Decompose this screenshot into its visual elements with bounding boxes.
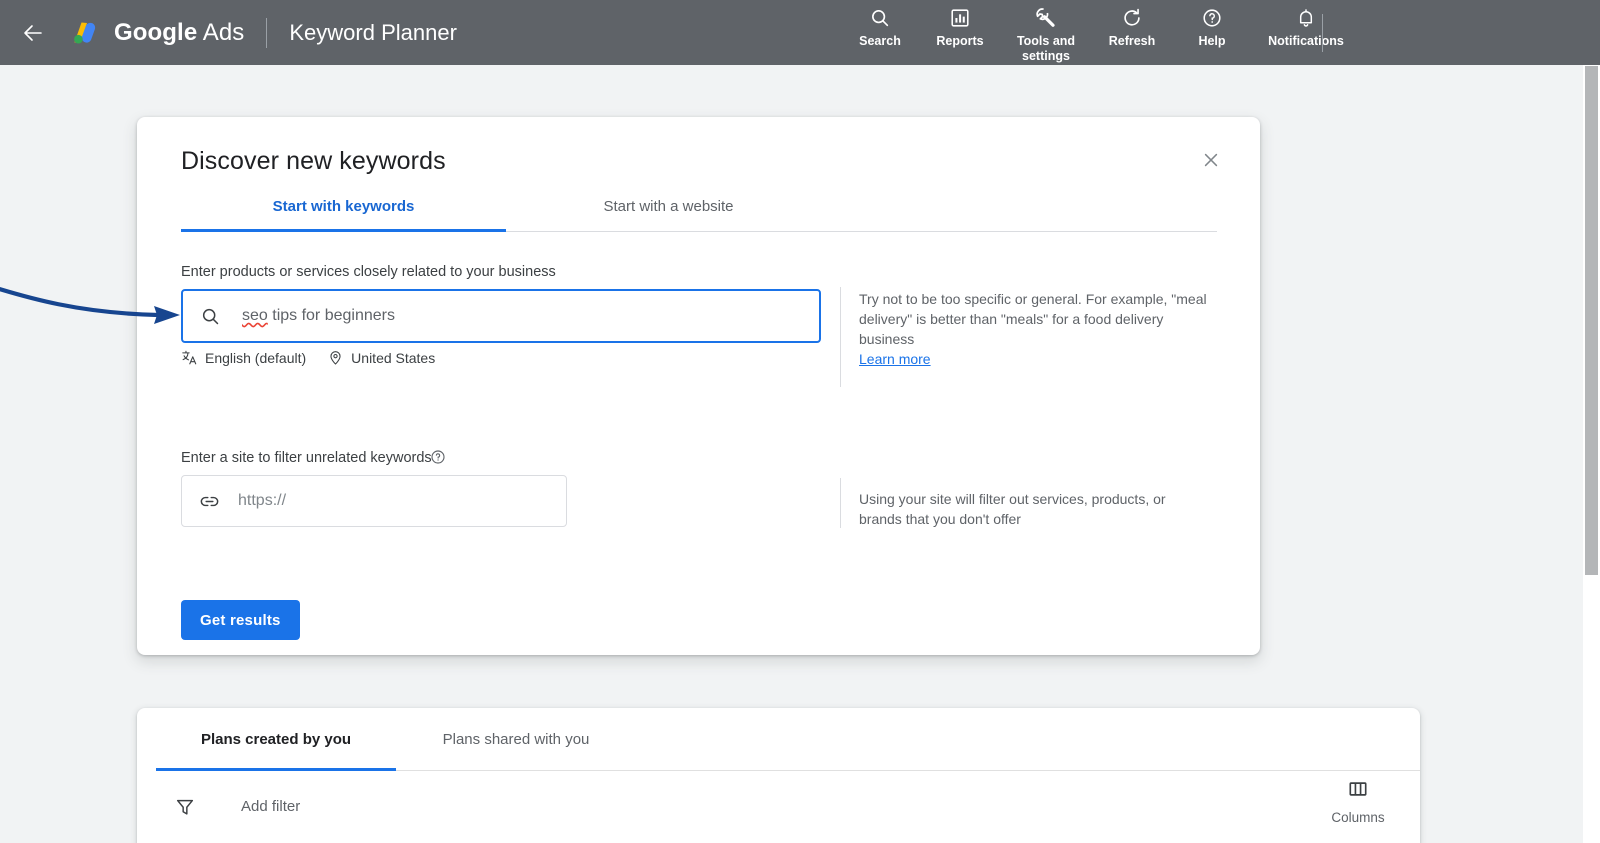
link-icon	[198, 490, 220, 512]
site-hint-text: Using your site will filter out services…	[859, 491, 1166, 527]
header-actions: Search Reports Tools and settings Refres…	[840, 0, 1360, 65]
learn-more-link[interactable]: Learn more	[859, 351, 931, 367]
header-action-label: Notifications	[1268, 34, 1344, 48]
refresh-icon	[1121, 5, 1143, 31]
help-circle-icon	[1201, 5, 1223, 31]
language-value: English (default)	[205, 349, 307, 366]
tab-label: Start with a website	[603, 198, 734, 215]
header-action-label: Help	[1198, 34, 1226, 48]
brand-google: Google	[114, 18, 198, 46]
tab-start-with-a-website[interactable]: Start with a website	[506, 182, 831, 231]
columns-button[interactable]: Columns	[1318, 778, 1398, 825]
site-filter-label: Enter a site to filter unrelated keyword…	[181, 450, 432, 466]
help-circle-icon[interactable]	[430, 449, 446, 465]
tab-start-with-keywords[interactable]: Start with keywords	[181, 182, 506, 232]
header-divider	[266, 17, 268, 48]
header-action-label: Tools and settings	[1016, 34, 1076, 63]
hint-divider	[840, 287, 841, 387]
header-action-help[interactable]: Help	[1172, 0, 1252, 49]
site-filter-input[interactable]: https://	[181, 475, 567, 527]
page-scrollbar-thumb[interactable]	[1585, 66, 1598, 575]
dialog-tabs: Start with keywords Start with a website	[181, 182, 1217, 232]
columns-icon	[1347, 778, 1369, 805]
tab-label: Start with keywords	[272, 198, 415, 215]
header-action-tools-and-settings[interactable]: Tools and settings	[1000, 0, 1092, 64]
plans-tabs: Plans created by you Plans shared with y…	[156, 708, 1420, 771]
site-filter-placeholder: https://	[238, 492, 287, 509]
tab-plans-created-by-you[interactable]: Plans created by you	[156, 708, 396, 771]
translate-icon	[181, 349, 198, 366]
keyword-input[interactable]: seo tips for beginners	[181, 289, 821, 343]
keyword-settings-row: English (default) United States	[181, 349, 435, 366]
header-actions-divider	[1322, 14, 1323, 52]
header-action-reports[interactable]: Reports	[920, 0, 1000, 49]
location-selector[interactable]: United States	[327, 349, 435, 366]
language-selector[interactable]: English (default)	[181, 349, 306, 366]
keyword-input-value: seo tips for beginners	[242, 307, 395, 325]
brand-name: Google Ads	[114, 19, 244, 47]
tab-plans-shared-with-you[interactable]: Plans shared with you	[396, 708, 636, 770]
dialog-title: Discover new keywords	[181, 147, 446, 175]
location-value: United States	[351, 349, 436, 366]
get-results-button[interactable]: Get results	[181, 600, 300, 640]
keyword-hint-text: Try not to be too specific or general. F…	[859, 291, 1207, 347]
plan-tab-label: Plans created by you	[200, 730, 352, 748]
columns-label: Columns	[1331, 810, 1385, 825]
location-pin-icon	[327, 349, 344, 366]
site-hint-divider	[840, 478, 841, 528]
discover-new-keywords-dialog: Discover new keywords Start with keyword…	[137, 117, 1260, 655]
bar-chart-icon	[949, 5, 971, 31]
search-icon	[199, 305, 221, 327]
header-action-notifications[interactable]: Notifications	[1252, 0, 1360, 49]
plan-tab-label: Plans shared with you	[442, 730, 590, 748]
header-action-search[interactable]: Search	[840, 0, 920, 49]
bell-icon	[1295, 5, 1317, 31]
header-action-label: Reports	[936, 34, 984, 48]
keyword-input-label: Enter products or services closely relat…	[181, 264, 556, 280]
app-header: Google Ads Keyword Planner Search Report…	[0, 0, 1600, 65]
close-icon[interactable]	[1196, 145, 1226, 175]
brand-ads: Ads	[202, 18, 245, 46]
add-filter-button[interactable]: Add filter	[241, 798, 300, 815]
header-action-label: Search	[859, 34, 901, 48]
keyword-value-rest: tips for beginners	[267, 307, 395, 324]
search-icon	[869, 5, 891, 31]
plans-filter-row: Add filter	[137, 770, 1420, 843]
page-title: Keyword Planner	[289, 19, 457, 45]
keyword-misspelled-word: seo	[242, 307, 268, 324]
google-ads-logo	[68, 16, 102, 50]
header-action-label: Refresh	[1108, 34, 1156, 48]
plans-panel: Plans created by you Plans shared with y…	[137, 708, 1420, 843]
back-arrow-icon[interactable]	[20, 20, 46, 46]
header-action-refresh[interactable]: Refresh	[1092, 0, 1172, 49]
wrench-icon	[1034, 5, 1058, 31]
filter-funnel-icon[interactable]	[173, 795, 197, 819]
